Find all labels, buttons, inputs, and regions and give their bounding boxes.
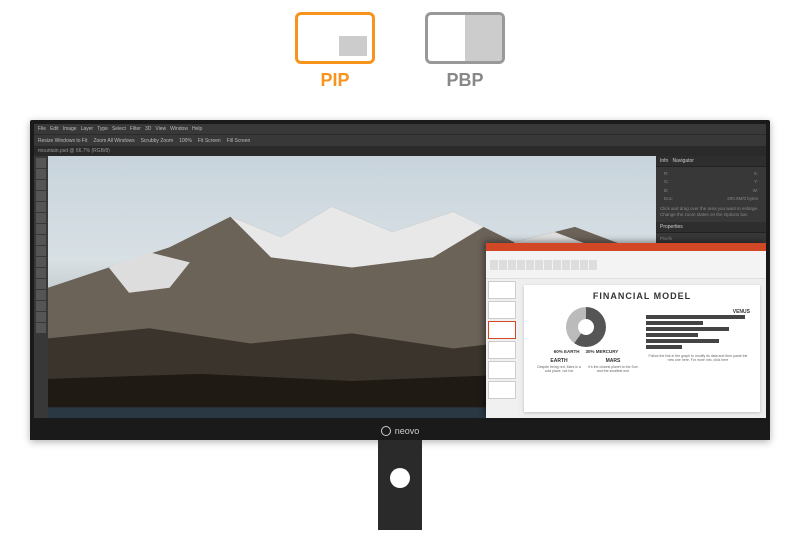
opt-resize[interactable]: Resize Windows to Fit [38,138,87,144]
pen-tool-icon[interactable] [36,268,46,278]
pip-icon [295,12,375,64]
opt-scrubby[interactable]: Scrubby Zoom [141,138,174,144]
clone-tool-icon[interactable] [36,235,46,245]
info-panel-tab[interactable]: Info Navigator [656,156,766,167]
monitor-bezel-logo: neovo [30,422,770,440]
ribbon-align-icon[interactable] [562,260,570,270]
brand-name: neovo [395,426,420,436]
lasso-tool-icon[interactable] [36,180,46,190]
type-tool-icon[interactable] [36,279,46,289]
ribbon-paste-icon[interactable] [490,260,498,270]
menu-view[interactable]: View [155,126,166,132]
doc-size-label: Doc: [664,196,673,202]
properties-panel-tab[interactable]: Properties [656,222,766,233]
mode-option-pbp[interactable]: PBP [425,12,505,91]
mode-option-pip[interactable]: PIP [295,12,375,91]
ribbon-bold-icon[interactable] [544,260,552,270]
photoshop-menubar: File Edit Image Layer Type Select Filter… [34,124,766,134]
properties-pixels-label: Pixels [660,236,762,242]
info-panel-body: R:X: G:Y: B:W: Doc: 200.0M/0 bytes Click… [656,167,766,222]
donut-right-label: 30% MERCURY [585,349,618,354]
pip-overlay-window: FINANCIAL MODEL 60% EARTH 30% MERCURY EA… [486,243,766,418]
eraser-tool-icon[interactable] [36,246,46,256]
menu-layer[interactable]: Layer [81,126,94,132]
ribbon-copy-icon[interactable] [508,260,516,270]
opt-fill[interactable]: Fill Screen [227,138,251,144]
fg-bg-color-icon[interactable] [36,323,46,333]
ribbon-font-icon[interactable] [535,260,543,270]
monitor-stand [378,440,422,530]
current-slide[interactable]: FINANCIAL MODEL 60% EARTH 30% MERCURY EA… [524,285,760,412]
menu-window[interactable]: Window [170,126,188,132]
info-hint: Click and drag over the area you want to… [660,206,762,219]
marquee-tool-icon[interactable] [36,169,46,179]
slide-thumb[interactable] [488,301,516,319]
ribbon-cut-icon[interactable] [499,260,507,270]
menu-file[interactable]: File [38,126,46,132]
donut-chart-block: 60% EARTH 30% MERCURY EARTH Despite bein… [534,307,638,406]
photoshop-tools-panel [34,156,48,418]
slide-thumb[interactable] [488,361,516,379]
opt-100[interactable]: 100% [179,138,192,144]
ribbon-layout-icon[interactable] [526,260,534,270]
gradient-tool-icon[interactable] [36,257,46,267]
ribbon-find-icon[interactable] [589,260,597,270]
photoshop-options-bar: Resize Windows to Fit Zoom All Windows S… [34,134,766,146]
brush-tool-icon[interactable] [36,224,46,234]
menu-filter[interactable]: Filter [130,126,141,132]
ribbon-italic-icon[interactable] [553,260,561,270]
doc-tab[interactable]: mountain.psd @ 66.7% (RGB/8) [38,148,110,154]
pip-label: PIP [320,70,349,91]
donut-left-label: 60% EARTH [554,349,580,354]
menu-type[interactable]: Type [97,126,108,132]
donut-chart-icon [566,307,606,347]
shape-tool-icon[interactable] [36,290,46,300]
menu-image[interactable]: Image [63,126,77,132]
col-heading: EARTH [534,358,584,364]
slide-thumb[interactable] [488,321,516,339]
slide-editor-area: FINANCIAL MODEL 60% EARTH 30% MERCURY EA… [518,279,766,418]
menu-3d[interactable]: 3D [145,126,151,132]
menu-edit[interactable]: Edit [50,126,59,132]
ribbon-newslide-icon[interactable] [517,260,525,270]
col-text: It's the closest planet to the Sun and t… [588,365,638,373]
doc-size-value: 200.0M/0 bytes [727,196,758,202]
opt-zoomall[interactable]: Zoom All Windows [93,138,134,144]
hand-tool-icon[interactable] [36,301,46,311]
powerpoint-titlebar[interactable] [486,243,766,251]
menu-select[interactable]: Select [112,126,126,132]
ribbon-shapes-icon[interactable] [571,260,579,270]
wand-tool-icon[interactable] [36,191,46,201]
slide-thumb[interactable] [488,281,516,299]
pbp-label: PBP [446,70,483,91]
crop-tool-icon[interactable] [36,202,46,212]
brand-mark-icon [381,426,391,436]
col-heading: MARS [588,358,638,364]
horizontal-bar-chart [646,315,750,349]
zoom-tool-icon[interactable] [36,312,46,322]
move-tool-icon[interactable] [36,158,46,168]
display-mode-selector: PIP PBP [0,0,800,91]
slide-title: FINANCIAL MODEL [534,291,750,301]
slide-content: 60% EARTH 30% MERCURY EARTH Despite bein… [534,307,750,406]
ribbon-arrange-icon[interactable] [580,260,588,270]
pbp-icon [425,12,505,64]
eyedropper-tool-icon[interactable] [36,213,46,223]
powerpoint-body: FINANCIAL MODEL 60% EARTH 30% MERCURY EA… [486,279,766,418]
opt-fit[interactable]: Fit Screen [198,138,221,144]
slide-thumbnail-panel [486,279,518,418]
cable-hole-icon [390,468,410,488]
slide-thumb[interactable] [488,341,516,359]
monitor-frame: File Edit Image Layer Type Select Filter… [30,120,770,440]
photoshop-document-tabs: mountain.psd @ 66.7% (RGB/8) [34,146,766,156]
bar-chart-block: VENUS Follow the link in the graph to mo… [646,307,750,406]
col-text: Despite being red, Mars is a cold place,… [534,365,584,373]
bars-text: Follow the link in the graph to modify i… [646,354,750,362]
powerpoint-ribbon [486,251,766,279]
stand-neck [378,440,422,530]
slide-thumb[interactable] [488,381,516,399]
menu-help[interactable]: Help [192,126,202,132]
